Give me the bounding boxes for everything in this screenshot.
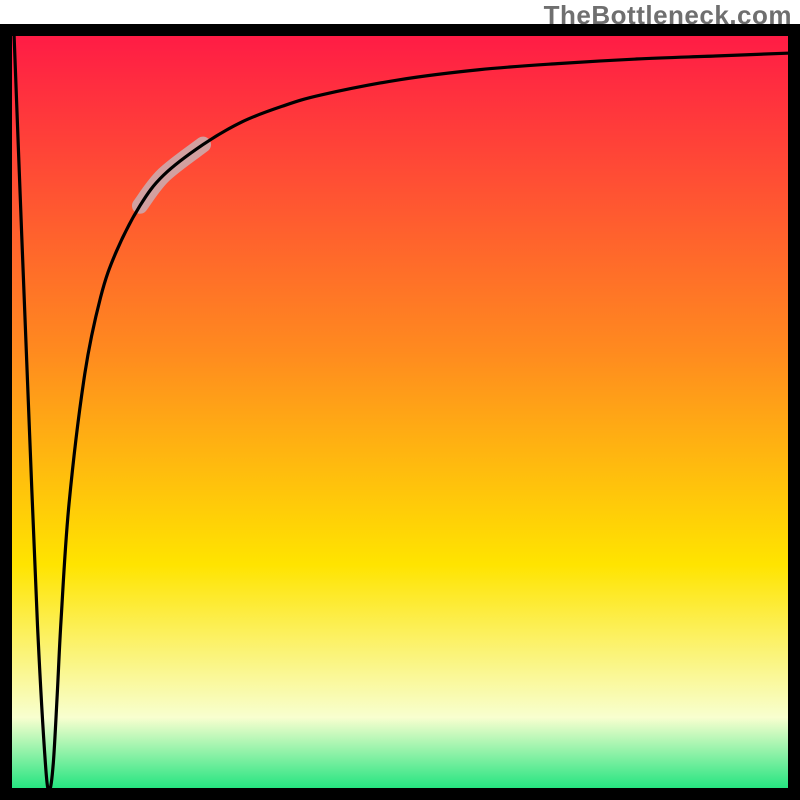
- bottleneck-chart: [0, 0, 800, 800]
- plot-area: [6, 30, 794, 794]
- plot-background: [6, 30, 794, 794]
- chart-container: TheBottleneck.com: [0, 0, 800, 800]
